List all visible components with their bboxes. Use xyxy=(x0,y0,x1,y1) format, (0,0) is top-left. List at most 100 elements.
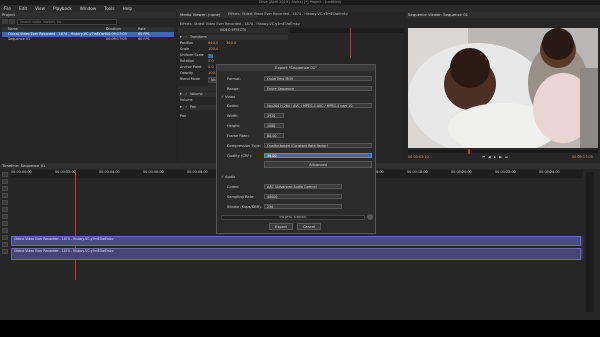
effects-playhead[interactable] xyxy=(350,28,351,58)
edit-tool-icon[interactable] xyxy=(2,179,8,184)
media-viewer-subtitle: Effects: Oldest Video Ever Recorded - 18… xyxy=(228,12,348,16)
video-codec-select[interactable]: libx264 H.264 / AVC / MPEG-4 AVC / MPEG-… xyxy=(264,103,372,108)
go-to-end-icon[interactable]: ⏭ xyxy=(505,155,508,160)
viewer-scrubber[interactable] xyxy=(408,149,598,154)
video-section-label: Video xyxy=(225,95,236,99)
menu-bar: File Edit View Playback Window Tools Hel… xyxy=(0,5,600,12)
position-y-value[interactable]: 360.0 xyxy=(226,41,244,47)
project-row-duration: 00:09:17:03 xyxy=(106,37,127,41)
uniform-scale-checkbox[interactable] xyxy=(208,54,213,58)
transform-label: Transform xyxy=(190,35,207,39)
framerate-label: Frame Rate: xyxy=(227,134,249,138)
step-forward-icon[interactable]: ▶ xyxy=(499,155,502,160)
export-progress-text: 0% (ETA: 0:00:00) xyxy=(279,215,307,219)
viewer-playhead[interactable] xyxy=(468,149,470,154)
zoom-out-icon[interactable] xyxy=(2,235,8,240)
sequence-viewer-title: Sequence Viewer: Sequence 01 xyxy=(406,12,600,18)
viewer-total-timecode: 00:09:17:03 xyxy=(572,155,593,159)
export-progress-bar: 0% (ETA: 0:00:00) xyxy=(221,215,365,220)
range-select[interactable]: Entire Sequence xyxy=(264,86,372,91)
cancel-progress-icon[interactable] xyxy=(367,214,373,220)
compression-label: Compression Type: xyxy=(227,144,261,148)
transform-header[interactable]: ▾ ✓ Transform xyxy=(180,35,288,40)
pan-label: Pan xyxy=(190,105,197,109)
video-section-toggle[interactable]: ✓ Video xyxy=(221,95,235,99)
sampling-rate-label: Sampling Rate: xyxy=(227,195,255,199)
height-input[interactable]: 1080 xyxy=(264,123,284,128)
audio-codec-select[interactable]: AAC (Advanced Audio Coding) xyxy=(264,184,342,189)
media-viewer-panel: Media Viewer: (none) Effects: Oldest Vid… xyxy=(178,12,404,22)
menu-playback[interactable]: Playback xyxy=(53,5,72,12)
play-icon[interactable]: ▶ xyxy=(494,155,497,160)
pan-prop-label: Pan xyxy=(180,114,187,118)
advanced-button[interactable]: Advanced xyxy=(264,161,372,168)
video-preview-frame[interactable] xyxy=(408,28,598,148)
slip-tool-icon[interactable] xyxy=(2,200,8,205)
sampling-rate-input[interactable]: 48000 xyxy=(264,194,342,199)
width-input[interactable]: 1920 xyxy=(264,113,284,118)
timeline-scrollbar[interactable] xyxy=(586,172,594,312)
export-dialog: Export "Sequence 01" Format: QuickTime M… xyxy=(216,64,376,234)
audio-clip[interactable]: Oldest Video Ever Recorded - 1874 - Hist… xyxy=(11,248,581,260)
zoom-in-icon[interactable] xyxy=(2,228,8,233)
framerate-input[interactable]: 60.00 xyxy=(264,133,284,138)
project-row-sequence[interactable]: Sequence 01 00:09:17:03 60 FPS xyxy=(2,37,174,42)
height-label: Height: xyxy=(227,124,241,128)
export-dialog-title: Export "Sequence 01" xyxy=(217,65,375,71)
volume-label: Volume xyxy=(190,92,203,96)
volume-prop-label: Volume xyxy=(180,98,193,102)
cancel-button[interactable]: Cancel xyxy=(297,223,321,230)
olive-app-window: Olive (April 2019 | Alpha) [*] Project -… xyxy=(0,0,600,320)
project-panel: Project Name Duration Rate Oldest Video … xyxy=(0,12,176,162)
video-track: Oldest Video Ever Recorded - 1874 - Hist… xyxy=(11,236,583,246)
bitrate-label: Bitrate (Kbps/CBR): xyxy=(227,205,262,209)
timeline-playhead[interactable] xyxy=(75,170,76,280)
timeline-tools xyxy=(2,172,9,256)
project-search-input[interactable] xyxy=(17,19,117,25)
new-item-icon[interactable] xyxy=(2,19,8,24)
project-row-name: Sequence 01 xyxy=(8,37,31,41)
viewer-current-timecode: 00:00:03:10 xyxy=(408,155,429,159)
video-clip[interactable]: Oldest Video Ever Recorded - 1874 - Hist… xyxy=(11,236,581,246)
ripple-tool-icon[interactable] xyxy=(2,186,8,191)
record-icon[interactable] xyxy=(2,242,8,247)
menu-tools[interactable]: Tools xyxy=(104,5,114,12)
audio-section-toggle[interactable]: ✓ Audio xyxy=(221,175,235,179)
video-codec-label: Codec: xyxy=(227,104,240,108)
transition-tool-icon[interactable] xyxy=(2,214,8,219)
format-select[interactable]: QuickTime MOV xyxy=(264,76,372,81)
quality-label: Quality (CRF): xyxy=(227,154,253,158)
width-label: Width: xyxy=(227,114,239,118)
sequence-viewer-panel: Sequence Viewer: Sequence 01 00:00:03:10… xyxy=(406,12,600,162)
step-back-icon[interactable]: ◀ xyxy=(488,155,491,160)
audio-codec-label: Codec: xyxy=(227,185,240,189)
pointer-tool-icon[interactable] xyxy=(2,172,8,177)
export-button[interactable]: Export xyxy=(269,223,293,230)
razor-tool-icon[interactable] xyxy=(2,193,8,198)
bitrate-input[interactable]: 256 xyxy=(264,204,342,209)
scale-value[interactable]: 100.0 xyxy=(208,47,226,53)
compression-select[interactable]: Quality-based (Constant Rate Factor) xyxy=(264,143,372,148)
add-track-icon[interactable] xyxy=(2,249,8,254)
audio-track: Oldest Video Ever Recorded - 1874 - Hist… xyxy=(11,248,583,260)
menu-window[interactable]: Window xyxy=(80,5,97,12)
project-row-rate: 60 FPS xyxy=(138,37,150,41)
menu-view[interactable]: View xyxy=(35,5,45,12)
snapping-icon[interactable] xyxy=(2,221,8,226)
quality-input[interactable]: 36.00 xyxy=(264,153,372,158)
go-to-start-icon[interactable]: ⏮ xyxy=(482,155,485,160)
hand-tool-icon[interactable] xyxy=(2,207,8,212)
format-label: Format: xyxy=(227,77,241,81)
open-folder-icon[interactable] xyxy=(9,19,15,24)
keyframe-ruler[interactable] xyxy=(290,28,404,58)
menu-edit[interactable]: Edit xyxy=(19,5,27,12)
project-panel-title: Project xyxy=(0,12,176,18)
range-label: Range: xyxy=(227,87,240,91)
transport-controls: ⏮ ◀ ▶ ▶ ⏭ xyxy=(482,155,508,160)
effects-panel-title: Effects: Oldest Video Ever Recorded - 18… xyxy=(180,22,300,26)
menu-file[interactable]: File xyxy=(4,5,11,12)
audio-section-label: Audio xyxy=(225,175,236,179)
video-effects-label: VIDEO EFFECTS xyxy=(219,28,247,32)
menu-help[interactable]: Help xyxy=(123,5,133,12)
video-frame-image xyxy=(408,28,598,148)
